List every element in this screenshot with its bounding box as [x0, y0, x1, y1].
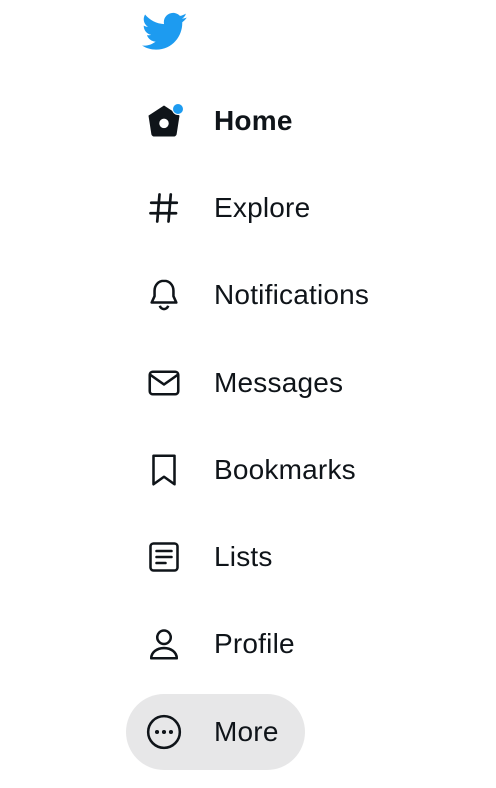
- nav-item-bookmarks[interactable]: Bookmarks: [126, 432, 382, 508]
- nav-item-label: Messages: [214, 367, 344, 398]
- nav-item-label: Lists: [214, 541, 273, 572]
- nav-item-label: More: [214, 716, 279, 747]
- nav-item-messages[interactable]: Messages: [126, 345, 369, 421]
- home-icon-wrapper: [144, 101, 184, 141]
- twitter-logo[interactable]: [141, 12, 188, 52]
- hashtag-icon-wrapper: [144, 188, 184, 228]
- envelope-icon-wrapper: [144, 363, 184, 403]
- notification-dot: [172, 103, 184, 115]
- person-icon-wrapper: [144, 624, 184, 664]
- bookmark-icon: [152, 454, 176, 486]
- envelope-icon: [148, 370, 180, 396]
- nav-item-label: Home: [214, 105, 293, 136]
- nav-item-profile[interactable]: Profile: [126, 606, 321, 682]
- bell-icon: [150, 279, 178, 311]
- bookmark-icon-wrapper: [144, 450, 184, 490]
- nav-item-notifications[interactable]: Notifications: [126, 257, 395, 333]
- twitter-bird-icon: [141, 12, 188, 50]
- nav-item-label: Explore: [214, 192, 311, 223]
- more-circle-icon-wrapper: [144, 712, 184, 752]
- nav-item-lists[interactable]: Lists: [126, 519, 299, 595]
- hashtag-icon: [149, 193, 179, 223]
- nav-item-home[interactable]: Home: [126, 83, 319, 159]
- nav-item-label: Profile: [214, 628, 295, 659]
- bell-icon-wrapper: [144, 275, 184, 315]
- nav-item-more[interactable]: More: [126, 694, 305, 770]
- list-icon-wrapper: [144, 537, 184, 577]
- nav-item-explore[interactable]: Explore: [126, 170, 336, 246]
- nav-item-label: Bookmarks: [214, 454, 356, 485]
- person-icon: [149, 629, 179, 660]
- more-circle-icon: [146, 714, 182, 750]
- nav-item-label: Notifications: [214, 279, 370, 310]
- list-icon: [149, 542, 179, 572]
